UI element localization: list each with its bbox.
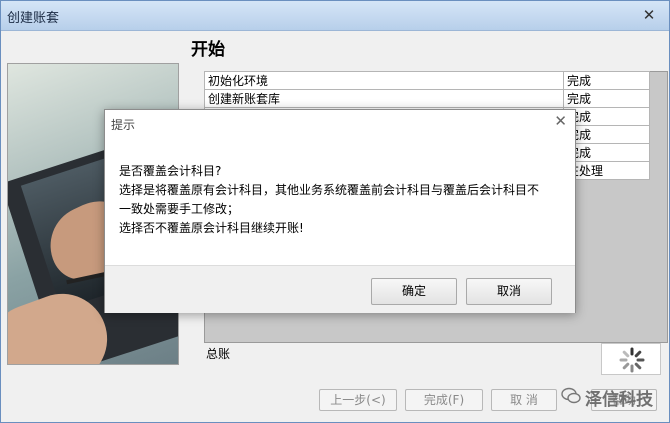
watermark-text: 泽信科技 xyxy=(585,390,653,410)
dialog-close-icon[interactable]: ✕ xyxy=(554,112,567,130)
ok-button[interactable]: 确定 xyxy=(371,278,457,305)
current-module-label: 总账 xyxy=(206,347,231,361)
dialog-message: 是否覆盖会计科目? 选择是将覆盖原有会计科目，其他业务系统覆盖前会计科目与覆盖后… xyxy=(119,162,539,238)
dialog-message-line: 选择否不覆盖原会计科目继续开账! xyxy=(119,221,304,235)
task-status: 完成 xyxy=(563,107,650,126)
loading-spinner xyxy=(601,343,661,375)
dialog-title: 提示 xyxy=(111,118,136,132)
cancel-wizard-button[interactable]: 取 消 xyxy=(491,389,557,411)
table-row: 初始化环境 完成 xyxy=(204,71,650,90)
title-bar: 创建账套 ✕ xyxy=(1,1,669,31)
confirm-dialog: 提示 ✕ 是否覆盖会计科目? 选择是将覆盖原有会计科目，其他业务系统覆盖前会计科… xyxy=(104,109,576,313)
dialog-message-line: 选择是将覆盖原有会计科目，其他业务系统覆盖前会计科目与覆盖后会计科目不 xyxy=(119,183,540,197)
window-title: 创建账套 xyxy=(7,11,60,26)
finish-button[interactable]: 完成(F) xyxy=(405,389,483,411)
task-status: 完成 xyxy=(563,143,650,162)
dialog-cancel-button[interactable]: 取消 xyxy=(466,278,552,305)
task-status: 完成 xyxy=(563,125,650,144)
dialog-message-line: 是否覆盖会计科目? xyxy=(119,164,222,178)
task-status: 完成 xyxy=(563,71,650,90)
window-close-icon[interactable]: ✕ xyxy=(639,5,659,25)
task-name: 初始化环境 xyxy=(204,71,564,90)
task-name: 创建新账套库 xyxy=(204,89,564,108)
prev-step-button[interactable]: 上一步(<) xyxy=(319,389,397,411)
dialog-message-line: 一致处需要手工修改； xyxy=(119,202,240,216)
wechat-icon xyxy=(561,387,581,404)
step-title: 开始 xyxy=(191,40,225,60)
table-row: 创建新账套库 完成 xyxy=(204,89,650,108)
task-status: 完成 xyxy=(563,89,650,108)
loading-spinner-icon xyxy=(619,347,645,373)
task-status: 在处理 xyxy=(563,161,650,180)
dialog-footer: 确定 取消 xyxy=(105,265,575,313)
